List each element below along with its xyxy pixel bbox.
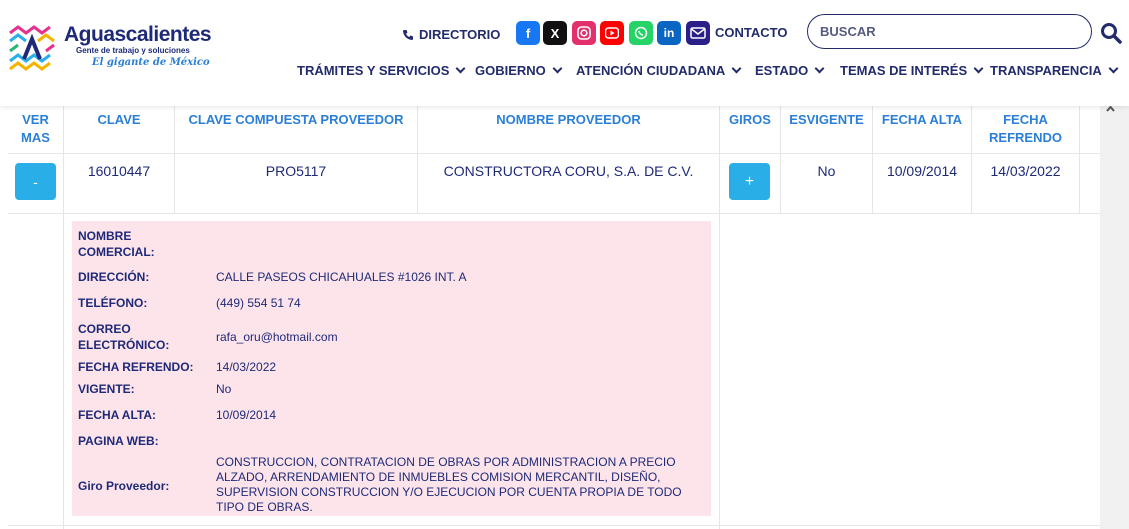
chevron-down-icon [455,63,466,74]
cell-clave-compuesta: PRO5117 [265,163,327,179]
search-input[interactable] [807,14,1092,49]
search-icon[interactable] [1100,22,1122,44]
nav-atencion[interactable]: ATENCIÓN CIUDADANA [576,63,742,78]
detail-label-fecha-alta: FECHA ALTA: [78,408,156,422]
detail-value-fecha-alta: 10/09/2014 [216,408,277,422]
nav-transparencia[interactable]: TRANSPARENCIA [990,63,1119,78]
row-divider [8,213,1100,214]
x-icon[interactable]: X [543,21,567,45]
col-header-ver-mas: VER MAS [21,112,50,145]
logo-icon[interactable] [8,25,56,73]
detail-value-correo: rafa_oru@hotmail.com [216,330,338,344]
chevron-down-icon [552,63,563,74]
cell-vigente: No [817,163,836,179]
contact-link[interactable]: CONTACTO [715,25,787,40]
cell-fecha-alta: 10/09/2014 [886,163,958,179]
detail-label-giro: Giro Proveedor: [78,479,170,493]
facebook-icon[interactable]: f [516,21,540,45]
nav-atencion-label: ATENCIÓN CIUDADANA [576,63,726,78]
phone-icon [403,29,413,40]
detail-value-telefono: (449) 554 51 74 [216,296,301,310]
directory-link[interactable]: DIRECTORIO [402,27,500,42]
col-header-nombre: NOMBRE PROVEEDOR [496,112,641,127]
linkedin-icon[interactable]: in [657,21,681,45]
col-divider [719,106,720,529]
nav-transparencia-label: TRANSPARENCIA [990,63,1102,78]
whatsapp-icon[interactable] [629,21,653,45]
directory-label: DIRECTORIO [419,27,501,42]
nav-gobierno[interactable]: GOBIERNO [475,63,563,78]
col-divider [1079,106,1080,213]
col-header-fecha-refrendo: FECHA REFRENDO [989,112,1062,145]
scrollbar[interactable] [1100,95,1129,529]
logo-tagline: Gente de trabajo y soluciones [76,46,190,55]
detail-divider [8,525,1100,526]
provider-table: VER MAS CLAVE CLAVE COMPUESTA PROVEEDOR … [0,106,1100,529]
detail-label-correo: CORREO ELECTRÓNICO: [78,322,170,352]
mail-icon[interactable] [686,21,710,45]
col-header-fecha-alta: FECHA ALTA [881,112,963,127]
detail-label-direccion: DIRECCIÓN: [78,270,150,284]
detail-value-giro: CONSTRUCCION, CONTRATACION DE OBRAS POR … [216,455,682,514]
detail-value-direccion: CALLE PASEOS CHICAHUALES #1026 INT. A [216,270,467,284]
nav-temas[interactable]: TEMAS DE INTERÉS [840,63,984,78]
instagram-icon[interactable] [572,21,596,45]
nav-tramites[interactable]: TRÁMITES Y SERVICIOS [297,63,466,78]
detail-label-fecha-refrendo: FECHA REFRENDO: [78,360,194,374]
show-giros-button[interactable]: + [729,163,770,200]
chevron-down-icon [731,63,742,74]
col-header-clave: CLAVE [97,112,141,127]
nav-temas-label: TEMAS DE INTERÉS [840,63,968,78]
provider-detail-panel: NOMBRE COMERCIAL: DIRECCIÓN: CALLE PASEO… [72,221,711,516]
col-divider [63,106,64,213]
detail-value-fecha-refrendo: 14/03/2022 [216,360,277,374]
cell-fecha-refrendo: 14/03/2022 [990,163,1061,179]
col-divider [872,106,873,213]
col-divider [417,106,418,213]
chevron-down-icon [1108,63,1119,74]
col-divider [780,106,781,213]
logo-subtitle: El gigante de México [92,57,210,68]
header-divider [8,153,1100,154]
site-header: Aguascalientes Gente de trabajo y soluci… [0,0,1129,106]
detail-label-pagina-web: PAGINA WEB: [78,434,159,448]
col-header-esvigente: ESVIGENTE [789,112,864,127]
col-divider [971,106,972,213]
logo-name[interactable]: Aguascalientes [64,23,212,47]
youtube-icon[interactable] [600,21,624,45]
col-header-giros: GIROS [729,112,771,127]
detail-label-vigente: VIGENTE: [78,382,135,396]
detail-value-vigente: No [216,382,232,396]
nav-gobierno-label: GOBIERNO [475,63,546,78]
detail-label-nombre-comercial: NOMBRE COMERCIAL: [78,229,155,259]
collapse-row-button[interactable]: - [15,163,56,200]
detail-label-telefono: TELÉFONO: [78,296,148,310]
nav-estado-label: ESTADO [755,63,809,78]
col-divider [63,213,64,529]
cell-nombre: CONSTRUCTORA CORU, S.A. DE C.V. [443,163,694,179]
nav-estado[interactable]: ESTADO [755,63,825,78]
chevron-down-icon [973,63,984,74]
nav-tramites-label: TRÁMITES Y SERVICIOS [297,63,450,78]
col-header-clave-compuesta: CLAVE COMPUESTA PROVEEDOR [188,112,404,127]
chevron-down-icon [814,63,825,74]
col-divider [174,106,175,213]
cell-clave: 16010447 [87,163,151,179]
